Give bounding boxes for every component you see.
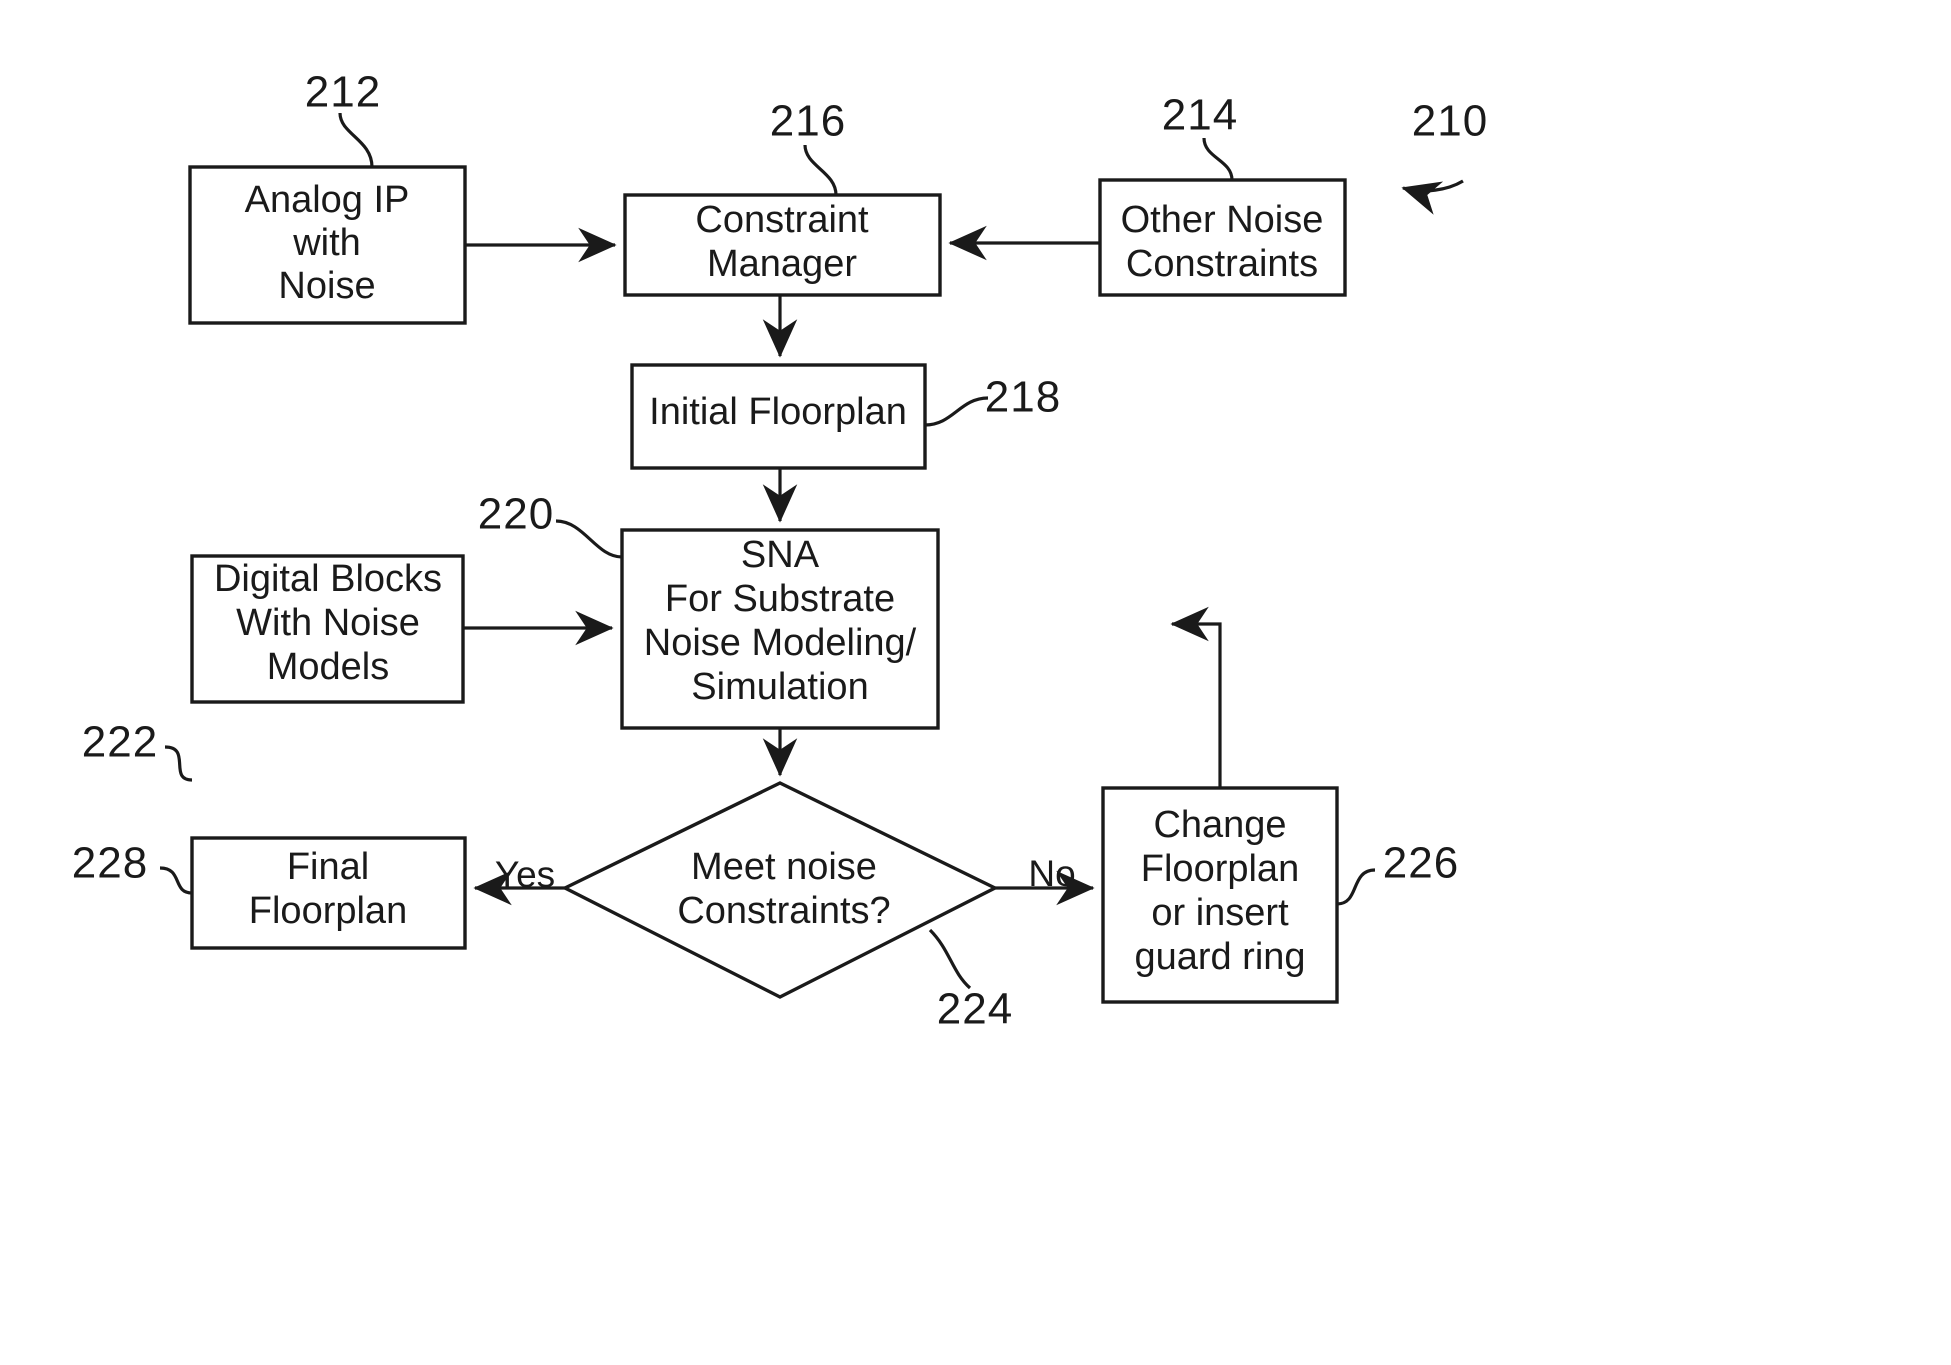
node-change-floorplan-line-3: guard ring (1134, 936, 1305, 978)
node-sna-line-3: Simulation (691, 666, 868, 708)
node-sna-line-1: For Substrate (665, 578, 895, 620)
reference-numeral-228: 228 (72, 839, 148, 888)
node-analog-ip-with-noise[interactable]: Analog IP with Noise (188, 165, 467, 325)
reference-leader-222 (164, 745, 193, 782)
node-other-noise-constraints[interactable]: Other Noise Constraints (1098, 178, 1347, 297)
reference-leader-218 (924, 396, 989, 427)
node-sna-line-2: Noise Modeling/ (644, 622, 917, 664)
reference-leader-214 (1202, 137, 1234, 181)
node-constraint-manager-line-0: Constraint (695, 199, 869, 241)
node-analog-ip-line-1: with (292, 222, 361, 264)
reference-leader-216 (803, 144, 838, 196)
reference-numeral-216: 216 (770, 97, 846, 146)
node-other-noise-line-1: Constraints (1126, 243, 1318, 285)
edge-label-yes: Yes (495, 854, 555, 895)
node-final-floorplan[interactable]: Final Floorplan (190, 836, 467, 950)
node-digital-blocks[interactable]: Digital Blocks With Noise Models (190, 554, 465, 704)
edge-label-no: No (1028, 853, 1075, 894)
node-other-noise-line-0: Other Noise (1121, 199, 1324, 241)
reference-numeral-210: 210 (1412, 97, 1488, 146)
reference-leader-210 (1401, 179, 1464, 215)
node-sna[interactable]: SNA For Substrate Noise Modeling/ Simula… (620, 528, 940, 730)
node-digital-blocks-line-1: With Noise (236, 602, 420, 644)
node-change-floorplan-line-2: or insert (1151, 892, 1289, 934)
reference-leader-220 (555, 519, 623, 559)
node-decision-meet-noise-constraints[interactable]: Meet noise Constraints? (561, 781, 999, 999)
reference-numeral-222: 222 (82, 718, 158, 767)
reference-numeral-224: 224 (937, 985, 1013, 1034)
node-initial-floorplan-line-0: Initial Floorplan (649, 391, 907, 433)
reference-numeral-226: 226 (1383, 839, 1459, 888)
flowchart-svg: Analog IP with Noise 212 Constraint Mana… (72, 68, 1488, 1034)
connector-changefloorplan-feedback-to-sna (1170, 606, 1222, 788)
node-final-floorplan-line-0: Final (287, 846, 369, 888)
reference-numeral-220: 220 (478, 490, 554, 539)
node-digital-blocks-line-2: Models (267, 646, 390, 688)
reference-numeral-212: 212 (305, 68, 381, 117)
node-constraint-manager[interactable]: Constraint Manager (623, 193, 942, 297)
reference-numeral-214: 214 (1162, 91, 1238, 140)
node-decision-line-0: Meet noise (691, 846, 877, 888)
figure-canvas: Analog IP with Noise 212 Constraint Mana… (0, 0, 1951, 1365)
node-analog-ip-line-2: Noise (278, 265, 375, 307)
reference-leader-226 (1336, 868, 1376, 906)
reference-leader-212 (338, 112, 374, 168)
node-decision-line-1: Constraints? (677, 890, 890, 932)
node-final-floorplan-line-1: Floorplan (249, 890, 407, 932)
node-initial-floorplan[interactable]: Initial Floorplan (630, 363, 927, 470)
node-sna-line-0: SNA (741, 534, 820, 576)
node-analog-ip-line-0: Analog IP (245, 179, 410, 221)
reference-leader-224 (928, 928, 972, 990)
reference-leader-228 (159, 866, 193, 895)
node-change-floorplan-line-1: Floorplan (1141, 848, 1299, 890)
node-change-floorplan[interactable]: Change Floorplan or insert guard ring (1101, 786, 1339, 1004)
node-constraint-manager-line-1: Manager (707, 243, 857, 285)
reference-numeral-218: 218 (985, 373, 1061, 422)
node-change-floorplan-line-0: Change (1153, 804, 1286, 846)
node-digital-blocks-line-0: Digital Blocks (214, 558, 442, 600)
